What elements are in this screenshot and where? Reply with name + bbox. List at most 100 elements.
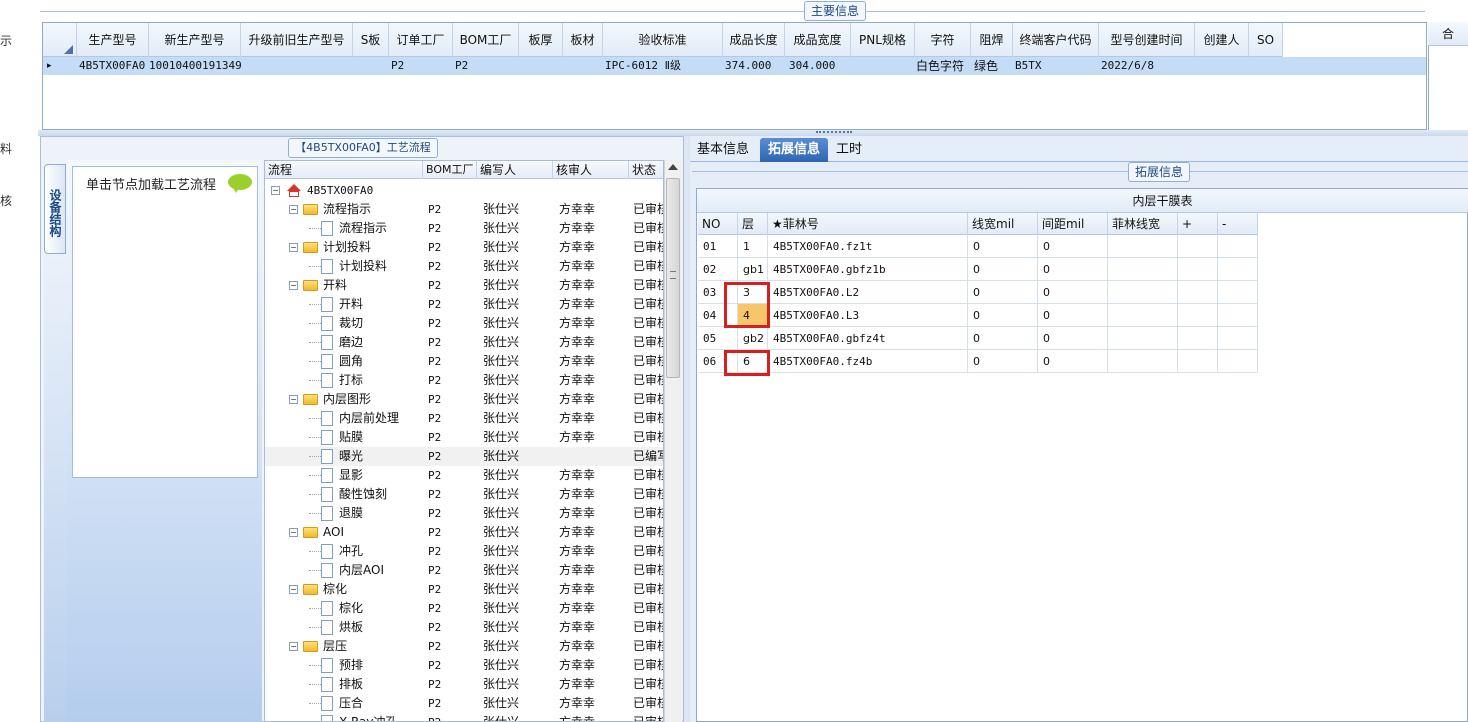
cell-film_line[interactable]: [1108, 304, 1178, 327]
cell-s-board[interactable]: [355, 57, 387, 75]
col-header[interactable]: 间距mil: [1038, 213, 1108, 235]
collapse-icon[interactable]: −: [289, 585, 298, 594]
cell-mask[interactable]: 绿色: [974, 57, 1012, 75]
tree-cell-label[interactable]: 排板: [339, 675, 423, 694]
col-header[interactable]: BOM工厂: [453, 23, 519, 57]
cell-old-model[interactable]: [243, 57, 351, 75]
tree-row[interactable]: 冲孔 P2 张仕兴 方幸幸 已审核: [265, 542, 663, 561]
col-header[interactable]: PNL规格: [851, 23, 915, 57]
tab-extended-info[interactable]: 拓展信息: [760, 138, 828, 162]
cell-film[interactable]: 4B5TX00FA0.fz4b: [768, 350, 968, 373]
tree-cell-label[interactable]: 计划投料: [339, 257, 423, 276]
col-header[interactable]: 成品长度: [723, 23, 785, 57]
tree-cell-label[interactable]: 显影: [339, 466, 423, 485]
col-header[interactable]: S板: [353, 23, 389, 57]
tree-cell-label[interactable]: 内层AOI: [339, 561, 423, 580]
cell-film_line[interactable]: [1108, 327, 1178, 350]
cell-action[interactable]: [1218, 327, 1258, 350]
tree-cell-label[interactable]: 棕化: [339, 599, 423, 618]
tree-cell-label[interactable]: 退膜: [339, 504, 423, 523]
col-header[interactable]: 型号创建时间: [1099, 23, 1195, 57]
col-header[interactable]: 生产型号: [77, 23, 149, 57]
cell-layer[interactable]: gb2: [738, 327, 768, 350]
cell-no[interactable]: 05: [698, 327, 738, 350]
cell-customer[interactable]: B5TX: [1015, 57, 1097, 75]
tree-row[interactable]: 显影 P2 张仕兴 方幸幸 已审核: [265, 466, 663, 485]
tree-row[interactable]: 贴膜 P2 张仕兴 方幸幸 已审核: [265, 428, 663, 447]
cell-char[interactable]: 白色字符: [916, 57, 972, 75]
cell-action[interactable]: [1178, 258, 1218, 281]
tree-row[interactable]: − 4B5TX00FA0: [265, 181, 663, 200]
tree-row[interactable]: − 棕化 P2 张仕兴 方幸幸 已审核: [265, 580, 663, 599]
col-header[interactable]: SO: [1249, 23, 1283, 57]
col-header[interactable]: 阻焊: [971, 23, 1013, 57]
tree-cell-label[interactable]: 流程指示: [339, 219, 423, 238]
cell-new-model[interactable]: 10010400191349: [149, 57, 241, 75]
cell-pnl[interactable]: [853, 57, 913, 75]
table-row[interactable]: 04 4 4B5TX00FA0.L3 0 0: [698, 304, 1258, 327]
col-header[interactable]: 线宽mil: [968, 213, 1038, 235]
tree-col-header[interactable]: 核审人: [553, 161, 629, 179]
tree-cell-label[interactable]: 曝光: [339, 447, 423, 466]
tree-row[interactable]: 排板 P2 张仕兴 方幸幸 已审核: [265, 675, 663, 694]
tree-row[interactable]: 预排 P2 张仕兴 方幸幸 已审核: [265, 656, 663, 675]
tree-row[interactable]: − 计划投料 P2 张仕兴 方幸幸 已审核: [265, 238, 663, 257]
tree-row[interactable]: 打标 P2 张仕兴 方幸幸 已审核: [265, 371, 663, 390]
tree-cell-label[interactable]: 贴膜: [339, 428, 423, 447]
cell-no[interactable]: 02: [698, 258, 738, 281]
col-header[interactable]: 层: [738, 213, 768, 235]
collapse-icon[interactable]: −: [271, 186, 280, 195]
table-row[interactable]: 03 3 4B5TX00FA0.L2 0 0: [698, 281, 1258, 304]
tree-row[interactable]: 内层AOI P2 张仕兴 方幸幸 已审核: [265, 561, 663, 580]
cell-created[interactable]: 2022/6/8: [1101, 57, 1193, 75]
tree-cell-label[interactable]: 流程指示: [323, 200, 423, 219]
cell-film[interactable]: 4B5TX00FA0.L2: [768, 281, 968, 304]
process-tree[interactable]: 流程 BOM工厂 编写人 核审人 状态 −4B5TX00FA0− 流程指示 P2 张仕…: [264, 160, 664, 722]
tree-row[interactable]: 开料 P2 张仕兴 方幸幸 已审核: [265, 295, 663, 314]
tree-cell-label[interactable]: 计划投料: [323, 238, 423, 257]
cell-action[interactable]: [1218, 258, 1258, 281]
tree-col-header[interactable]: 状态: [629, 161, 663, 179]
table-row[interactable]: 05 gb2 4B5TX00FA0.gbfz4t 0 0: [698, 327, 1258, 350]
cell-width[interactable]: 304.000: [789, 57, 849, 75]
tab-device-structure[interactable]: 设备结构: [44, 164, 66, 254]
cell-space[interactable]: 0: [1038, 235, 1108, 258]
collapse-icon[interactable]: −: [289, 395, 298, 404]
tree-row[interactable]: 棕化 P2 张仕兴 方幸幸 已审核: [265, 599, 663, 618]
cell-layer[interactable]: gb1: [738, 258, 768, 281]
cell-so[interactable]: [1251, 57, 1283, 75]
col-header[interactable]: -: [1218, 213, 1258, 235]
tree-row[interactable]: 内层前处理 P2 张仕兴 方幸幸 已审核: [265, 409, 663, 428]
cell-film[interactable]: 4B5TX00FA0.gbfz1b: [768, 258, 968, 281]
tree-cell-label[interactable]: 磨边: [339, 333, 423, 352]
cell-line[interactable]: 0: [968, 327, 1038, 350]
cell-action[interactable]: [1178, 327, 1218, 350]
cell-action[interactable]: [1218, 350, 1258, 373]
tree-col-header[interactable]: 编写人: [477, 161, 553, 179]
tree-row[interactable]: 流程指示 P2 张仕兴 方幸幸 已审核: [265, 219, 663, 238]
tree-col-header[interactable]: BOM工厂: [423, 161, 477, 179]
tree-cell-label[interactable]: 冲孔: [339, 542, 423, 561]
cell-creator[interactable]: [1197, 57, 1247, 75]
tab-work-hours[interactable]: 工时: [832, 138, 866, 162]
col-header[interactable]: 板厚: [519, 23, 563, 57]
col-header[interactable]: 新生产型号: [149, 23, 241, 57]
cell-standard[interactable]: IPC-6012 Ⅱ级: [605, 57, 723, 75]
col-header[interactable]: 验收标准: [603, 23, 723, 57]
tree-cell-label[interactable]: 内层图形: [323, 390, 423, 409]
tree-cell-label[interactable]: 内层前处理: [339, 409, 423, 428]
col-header[interactable]: 合: [1428, 22, 1468, 46]
cell-bom-factory[interactable]: P2: [455, 57, 517, 75]
cell-film[interactable]: 4B5TX00FA0.fz1t: [768, 235, 968, 258]
tree-cell-label[interactable]: 预排: [339, 656, 423, 675]
col-header[interactable]: 创建人: [1195, 23, 1249, 57]
tree-row[interactable]: 裁切 P2 张仕兴 方幸幸 已审核: [265, 314, 663, 333]
tree-row[interactable]: 磨边 P2 张仕兴 方幸幸 已审核: [265, 333, 663, 352]
cell-action[interactable]: [1218, 235, 1258, 258]
col-header[interactable]: +: [1178, 213, 1218, 235]
cell-film_line[interactable]: [1108, 281, 1178, 304]
cell-film_line[interactable]: [1108, 350, 1178, 373]
tree-cell-label[interactable]: 4B5TX00FA0: [307, 181, 423, 200]
cell-film[interactable]: 4B5TX00FA0.gbfz4t: [768, 327, 968, 350]
scroll-up-icon[interactable]: [668, 164, 678, 170]
